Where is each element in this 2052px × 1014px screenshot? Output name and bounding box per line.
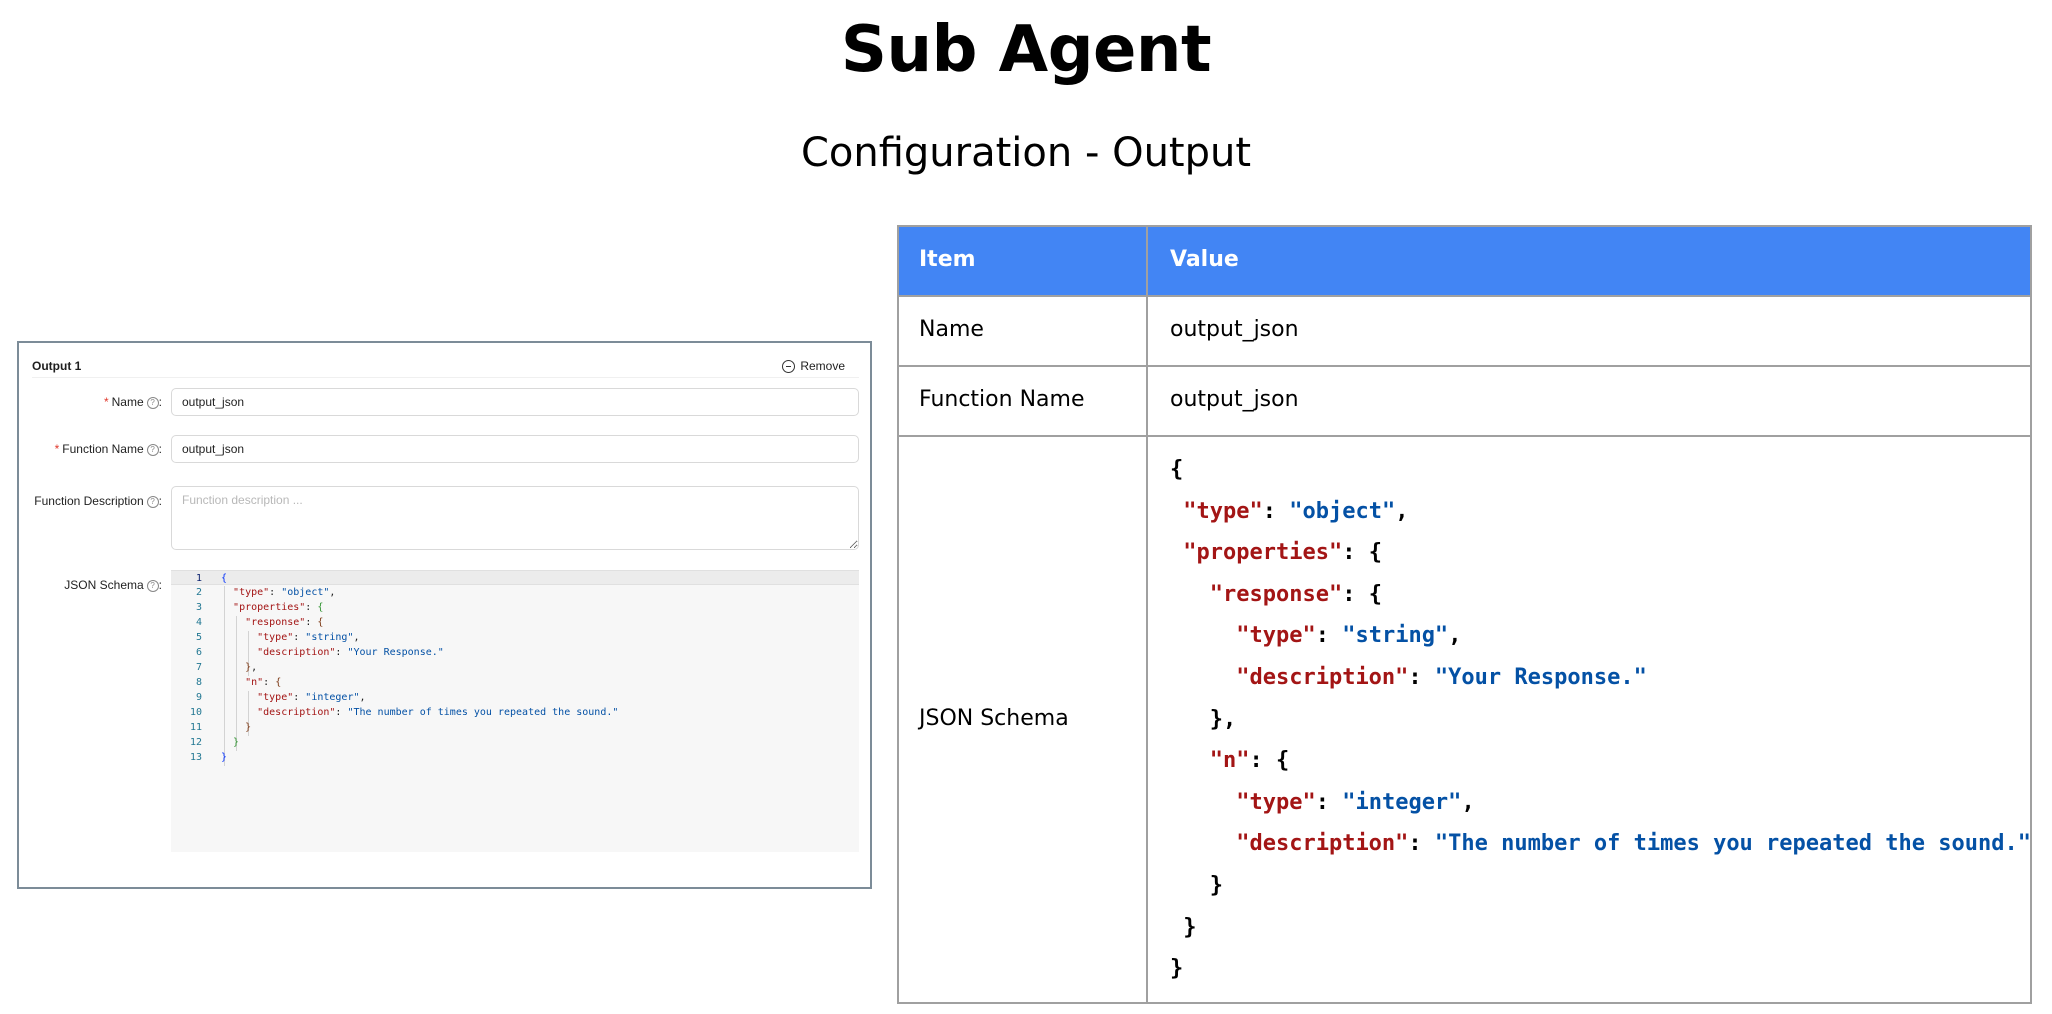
json-line: "description": "Your Response." [1236,664,1647,690]
minus-circle-icon [782,359,796,373]
function-description-label: Function Description?: [34,494,162,508]
editor-line: 1{ [171,570,859,585]
function-description-textarea[interactable] [171,486,859,550]
json-schema-editor[interactable]: 1{ 2 "type": "object", 3 "properties": {… [171,570,859,852]
json-line: { [1170,457,1184,482]
editor-line: 5 "type": "string", [195,632,360,643]
output-config-panel: Output 1 Remove *Name?: *Function Name?:… [17,341,872,889]
table-row: Function Name output_json [899,367,2030,437]
editor-line: 6 "description": "Your Response." [195,647,444,658]
json-schema-value: { "type": "object", "properties": { "res… [1170,449,2031,990]
header-item: Item [919,247,976,272]
remove-button[interactable]: Remove [782,358,845,374]
editor-line: 12 } [189,737,240,748]
editor-line: 13} [189,752,228,763]
panel-header: Output 1 Remove [32,358,859,378]
table-row: Name output_json [899,297,2030,367]
json-line: "n": { [1209,748,1290,774]
table-row: JSON Schema { "type": "object", "propert… [899,437,2031,1002]
row-name-value: output_json [1170,317,1299,342]
editor-line: 10 "description": "The number of times y… [189,707,619,718]
config-table: Item Value Name output_json Function Nam… [897,225,2032,1004]
page-subtitle: Configuration - Output [800,130,1252,176]
json-line: }, [1209,706,1237,732]
editor-line: 2 "type": "object", [195,587,336,598]
question-circle-icon[interactable]: ? [146,579,159,592]
json-line: "type": "object", [1183,498,1409,524]
name-input[interactable] [171,388,859,416]
editor-line: 4 "response": { [195,617,324,628]
row-function-name-value: output_json [1170,387,1299,412]
editor-line: 11 } [189,722,252,733]
panel-title: Output 1 [32,359,82,373]
editor-line: 9 "type": "integer", [195,692,366,703]
function-name-label: * Function Name?: [54,442,162,456]
editor-line: 8 "n": { [195,677,282,688]
json-line: } [1209,872,1223,898]
header-value: Value [1170,247,1239,272]
row-name-item: Name [919,317,984,342]
json-line: } [1183,914,1197,940]
json-schema-label: JSON Schema?: [64,578,162,592]
table-header-row: Item Value [899,227,2030,297]
json-line: "response": { [1209,581,1382,607]
row-function-name-item: Function Name [919,387,1085,412]
json-line: "type": "string", [1236,623,1462,649]
function-name-input[interactable] [171,435,859,463]
editor-line: 7 }, [195,662,258,673]
editor-line: 3 "properties": { [195,602,324,613]
remove-label: Remove [800,359,845,373]
question-circle-icon[interactable]: ? [146,495,159,508]
json-line: "description": "The number of times you … [1236,831,2031,857]
json-line: "type": "integer", [1236,789,1475,815]
json-line: } [1170,956,1184,982]
name-label: * Name?: [103,395,162,409]
question-circle-icon[interactable]: ? [146,396,159,409]
question-circle-icon[interactable]: ? [146,443,159,456]
page-title: Sub Agent [840,13,1212,87]
row-json-schema-item: JSON Schema [919,706,1069,731]
json-line: "properties": { [1183,540,1382,566]
